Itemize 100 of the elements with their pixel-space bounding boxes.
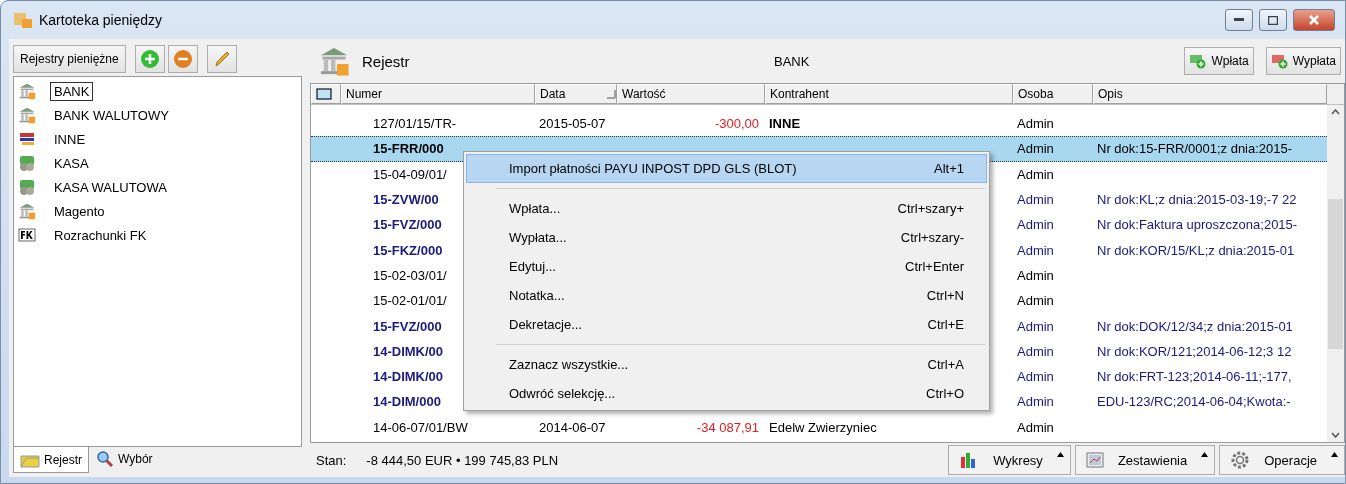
balance-text: -8 444,50 EUR • 199 745,83 PLN <box>366 452 560 468</box>
table-cell: INNE <box>769 116 801 132</box>
table-cell: 2015-05-07 <box>539 116 606 132</box>
column-header[interactable]: Opis <box>1093 84 1327 104</box>
shortcut-text: Ctrl+O <box>926 386 964 401</box>
plus-icon <box>139 49 160 69</box>
table-cell: Admin <box>1017 217 1054 233</box>
menu-item[interactable]: Import płatności PAYU INPOST DPD GLS (BLOT) Alt+1 <box>466 154 987 183</box>
scrollbar-thumb[interactable] <box>1328 198 1343 349</box>
table-cell: Edelw Zwierzyniec <box>769 419 877 435</box>
table-cell: Admin <box>1017 267 1054 283</box>
column-header[interactable]: Numer <box>341 84 535 104</box>
register-item[interactable]: Rozrachunki FK <box>50 225 151 245</box>
menu-item[interactable]: Dekretacje... Ctrl+E <box>466 310 987 339</box>
toolbar-button[interactable]: Wypłata <box>1265 47 1341 75</box>
register-name: BANK <box>774 53 811 69</box>
caret-icon <box>1056 452 1064 457</box>
scrollbar[interactable] <box>1327 105 1344 442</box>
table-cell: EDU-123/RC;2014-06-04;Kwota:- <box>1097 394 1291 410</box>
register-title: Rejestr <box>362 52 411 70</box>
table-cell: Admin <box>1017 116 1054 132</box>
window-title: Kartoteka pieniędzy <box>39 12 163 28</box>
menu-item[interactable]: Odwróć selekcję... Ctrl+O <box>466 379 987 408</box>
app-icon <box>13 11 33 29</box>
table-row[interactable]: 14-06-07/01/BW 2014-06-07 -34 087,91 Edelw Zwierzyniec Admin <box>311 414 1327 440</box>
column-header[interactable]: Osoba <box>1013 84 1093 104</box>
register-item[interactable]: BANK <box>50 81 94 101</box>
table-cell: Admin <box>1017 242 1054 258</box>
bank-icon <box>18 202 36 220</box>
table-cell: Admin <box>1017 394 1054 410</box>
table-cell: Admin <box>1017 369 1054 385</box>
close-icon <box>1309 15 1319 25</box>
register-item[interactable]: INNE <box>50 129 90 149</box>
table-cell: 127/01/15/TR- <box>373 116 457 132</box>
table-cell: Admin <box>1017 419 1054 435</box>
table-cell: Nr dok:KL;z dnia:2015-03-19;-7 22 <box>1097 192 1297 208</box>
money-plus-icon <box>1189 53 1208 69</box>
table-cell: Nr dok:15-FRR/0001;z dnia:2015- <box>1097 141 1293 157</box>
menu-item[interactable]: Wypłata... Ctrl+szary- <box>466 223 987 252</box>
shortcut-text: Ctrl+A <box>927 357 964 372</box>
table-cell: Admin <box>1017 192 1054 208</box>
table-cell: 15-ZVW/00 <box>373 192 439 208</box>
table-cell: 2014-06-07 <box>539 419 606 435</box>
tab[interactable]: Wybór <box>89 446 160 473</box>
dropdown-button[interactable]: Zestawienia <box>1074 445 1216 475</box>
table-cell: 15-FRR/000 <box>373 141 444 157</box>
table-cell: 14-DIMK/00 <box>373 369 444 385</box>
bank-icon <box>318 45 350 77</box>
dropdown-button[interactable]: Wykresy <box>948 445 1071 475</box>
table-cell: 14-06-07/01/BW <box>373 419 468 435</box>
table-cell: Admin <box>1017 318 1054 334</box>
search-icon <box>96 450 114 468</box>
close-button[interactable] <box>1293 9 1335 31</box>
table-cell: Nr dok:Faktura uproszczona;2015- <box>1097 217 1298 233</box>
table-cell: Nr dok:DOK/12/34;z dnia:2015-01 <box>1097 318 1293 334</box>
menu-item[interactable]: Zaznacz wszystkie... Ctrl+A <box>466 350 987 379</box>
table-cell: Admin <box>1017 141 1054 157</box>
menu-item[interactable]: Edytuj... Ctrl+Enter <box>466 252 987 281</box>
table-cell: 15-FKZ/000 <box>373 242 443 258</box>
registers-button[interactable]: Rejestry pieniężne <box>13 45 126 73</box>
shortcut-text: Ctrl+szary+ <box>897 201 964 216</box>
status-label: Stan: <box>316 452 347 468</box>
table-cell: Nr dok:KOR/15/KL;z dnia:2015-01 <box>1097 242 1295 258</box>
money-icon <box>18 154 36 172</box>
register-item[interactable]: KASA WALUTOWA <box>50 177 171 197</box>
dropdown-button[interactable]: Operacje <box>1219 445 1345 475</box>
money-plus-icon <box>1270 53 1289 69</box>
menu-item[interactable]: Notatka... Ctrl+N <box>466 281 987 310</box>
column-header[interactable]: Data <box>535 84 617 104</box>
table-cell: 14-DIMK/00 <box>373 343 444 359</box>
shortcut-text: Ctrl+szary- <box>900 230 964 245</box>
register-item[interactable]: KASA <box>50 153 93 173</box>
card-icon <box>18 130 36 148</box>
column-header[interactable]: Kontrahent <box>765 84 1013 104</box>
maximize-button[interactable] <box>1259 9 1287 31</box>
gear-icon <box>1230 450 1251 470</box>
remove-button[interactable] <box>167 45 198 73</box>
tab[interactable]: Rejestr <box>13 447 89 473</box>
caret-icon <box>1331 452 1338 457</box>
bank-icon <box>18 82 36 100</box>
table-cell: Nr dok:KOR/121;2014-06-12;3 12 <box>1097 343 1292 359</box>
table-cell: 15-02-03/01/ <box>373 267 447 283</box>
register-item[interactable]: Magento <box>50 201 109 221</box>
minimize-button[interactable] <box>1225 9 1253 31</box>
edit-button[interactable] <box>206 45 237 73</box>
fk-icon <box>18 226 36 244</box>
maximize-icon <box>1268 15 1278 25</box>
table-cell: 15-FVZ/000 <box>373 217 442 233</box>
shortcut-text: Ctrl+Enter <box>905 259 964 274</box>
menu-item[interactable]: Wpłata... Ctrl+szary+ <box>466 194 987 223</box>
shortcut-text: Ctrl+E <box>927 317 964 332</box>
column-header[interactable]: Wartość <box>617 84 765 104</box>
toolbar-button[interactable]: Wpłata <box>1184 47 1254 75</box>
table-row[interactable]: 127/01/15/TR- 2015-05-07 -300,00 INNE Admin <box>311 111 1327 137</box>
add-button[interactable] <box>134 45 165 73</box>
table-cell: Nr dok:FRT-123;2014-06-11;-177, <box>1097 369 1292 385</box>
table-cell: -34 087,91 <box>696 419 759 435</box>
checkbox-icon[interactable] <box>316 88 332 100</box>
register-item[interactable]: BANK WALUTOWY <box>50 105 173 125</box>
money-icon <box>18 178 36 196</box>
